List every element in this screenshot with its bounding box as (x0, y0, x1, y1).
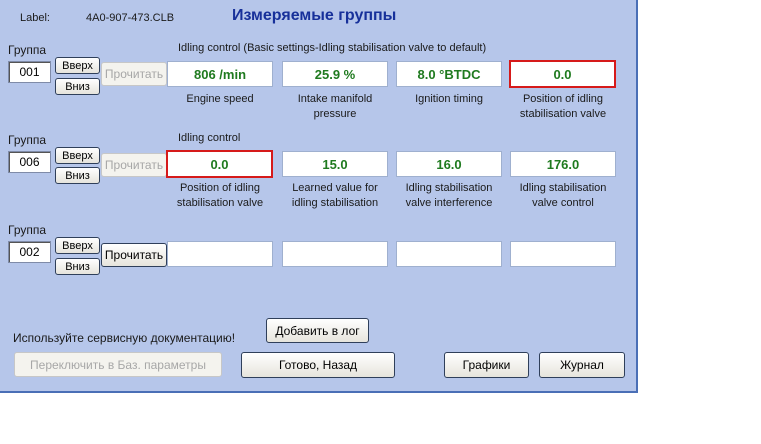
group-number-field[interactable]: 006 (8, 151, 51, 173)
service-notice: Используйте сервисную документацию! (13, 331, 236, 345)
value-field (510, 241, 616, 267)
add-to-log-button[interactable]: Добавить в лог (266, 318, 369, 343)
label-key: Label: (20, 12, 50, 24)
group-up-button[interactable]: Вверх (55, 57, 100, 74)
graphs-button[interactable]: Графики (444, 352, 529, 378)
measuring-groups-window: Label: 4A0-907-473.CLB Измеряемые группы… (0, 0, 638, 393)
page-title: Измеряемые группы (232, 7, 397, 24)
value-caption: Position of idling stabilisation valve (519, 93, 607, 120)
value-field: 8.0 °BTDC (396, 61, 502, 87)
group-down-button[interactable]: Вниз (55, 78, 100, 95)
value-field (282, 241, 388, 267)
read-button[interactable]: Прочитать (101, 62, 167, 86)
group-label: Группа (8, 133, 47, 147)
group-heading: Idling control (178, 132, 241, 144)
value-caption: Intake manifold pressure (297, 93, 373, 120)
value-field (167, 241, 273, 267)
value-field: 806 /min (167, 61, 273, 87)
label-value: 4A0-907-473.CLB (86, 12, 175, 24)
group-heading: Idling control (Basic settings-Idling st… (178, 42, 487, 54)
value-caption: Idling stabilisation valve control (519, 182, 607, 209)
value-caption: Idling stabilisation valve interference (405, 182, 493, 209)
group-label: Группа (8, 223, 47, 237)
value-field: 15.0 (282, 151, 388, 177)
group-number-field[interactable]: 001 (8, 61, 51, 83)
value-field-highlighted: 0.0 (166, 150, 273, 178)
group-number-field[interactable]: 002 (8, 241, 51, 263)
group-label: Группа (8, 43, 47, 57)
value-field: 176.0 (510, 151, 616, 177)
group-up-button[interactable]: Вверх (55, 147, 100, 164)
read-button[interactable]: Прочитать (101, 243, 167, 267)
value-caption: Position of idling stabilisation valve (176, 182, 264, 209)
group-down-button[interactable]: Вниз (55, 167, 100, 184)
switch-basic-params-button[interactable]: Переключить в Баз. параметры (14, 352, 222, 377)
group-down-button[interactable]: Вниз (55, 258, 100, 275)
group-up-button[interactable]: Вверх (55, 237, 100, 254)
value-caption: Ignition timing (415, 93, 483, 105)
done-back-button[interactable]: Готово, Назад (241, 352, 395, 378)
value-field: 16.0 (396, 151, 502, 177)
read-button[interactable]: Прочитать (101, 153, 167, 177)
journal-button[interactable]: Журнал (539, 352, 625, 378)
value-field (396, 241, 502, 267)
value-field-highlighted: 0.0 (509, 60, 616, 88)
value-caption: Engine speed (186, 93, 254, 105)
value-field: 25.9 % (282, 61, 388, 87)
value-caption: Learned value for idling stabilisation (291, 182, 379, 209)
